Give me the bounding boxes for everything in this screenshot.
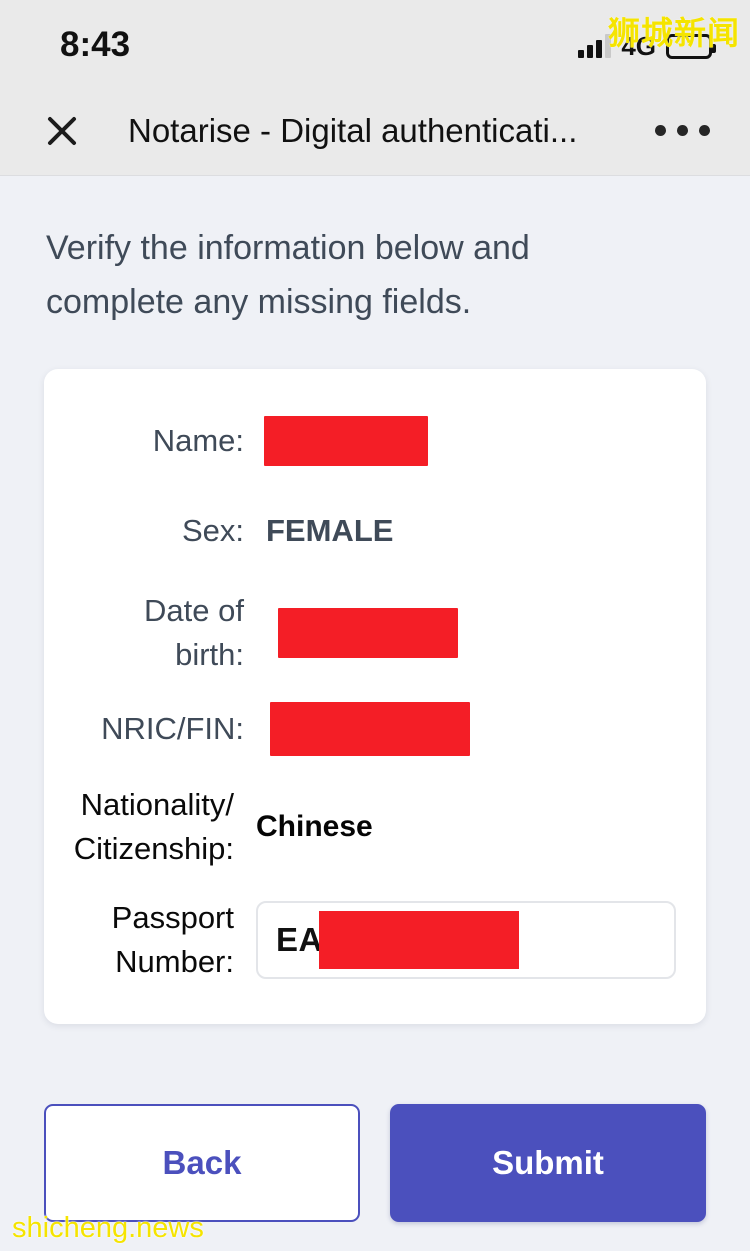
label-passport-number-line1: Passport: [111, 899, 234, 935]
instruction-text: Verify the information below and complet…: [46, 229, 530, 321]
value-nationality: Chinese: [256, 810, 373, 844]
label-nric-fin: NRIC/FIN:: [101, 711, 244, 747]
value-sex: FEMALE: [266, 513, 394, 549]
submit-button[interactable]: Submit: [390, 1103, 706, 1222]
redaction-bar-name: [264, 416, 428, 467]
back-button[interactable]: Back: [44, 1103, 360, 1222]
field-row-name: Name:: [44, 409, 706, 473]
field-row-date-of-birth: Date of birth:: [44, 589, 706, 677]
field-row-nationality: Nationality/ Citizenship: Chinese: [44, 783, 706, 871]
watermark-bottom: shicheng.news: [12, 1212, 204, 1244]
browser-app-bar: Notarise - Digital authenticati...: [0, 86, 750, 176]
page-title: Notarise - Digital authenticati...: [128, 111, 578, 149]
close-icon[interactable]: [40, 109, 84, 153]
value-nric-fin: [244, 702, 706, 757]
value-name: [244, 416, 706, 467]
form-actions: Back Submit: [44, 1024, 706, 1222]
signal-bars-icon: [578, 34, 612, 58]
label-date-of-birth: Date of birth:: [44, 589, 244, 677]
more-options-icon[interactable]: [641, 125, 710, 136]
label-nationality-line1: Nationality/: [80, 787, 234, 823]
field-row-passport-number: Passport Number: EA: [44, 896, 706, 984]
label-nationality-line2: Citizenship:: [73, 831, 234, 867]
status-bar-clock: 8:43: [60, 25, 131, 64]
main-content: Verify the information below and complet…: [0, 176, 750, 1222]
label-sex: Sex:: [181, 513, 244, 549]
redaction-bar-nric-fin: [270, 702, 470, 757]
redaction-bar-passport-number: [318, 910, 519, 969]
label-date-of-birth-line1: Date of: [144, 593, 244, 629]
watermark-top: 狮城新闻: [607, 15, 740, 51]
redaction-bar-date-of-birth: [278, 608, 458, 659]
label-nationality: Nationality/ Citizenship:: [44, 783, 234, 871]
field-row-sex: Sex: FEMALE: [44, 499, 706, 563]
field-row-nric-fin: NRIC/FIN:: [44, 697, 706, 761]
label-passport-number: Passport Number:: [44, 896, 234, 984]
passport-number-value: EA: [276, 920, 323, 958]
verification-card: Name: Sex: FEMALE Date of birth: NRIC/FI…: [44, 369, 706, 1024]
label-date-of-birth-line2: birth:: [175, 637, 244, 673]
passport-number-input[interactable]: EA: [256, 900, 676, 979]
value-date-of-birth: [244, 608, 706, 659]
label-passport-number-line2: Number:: [115, 943, 234, 979]
label-name: Name:: [152, 423, 244, 459]
